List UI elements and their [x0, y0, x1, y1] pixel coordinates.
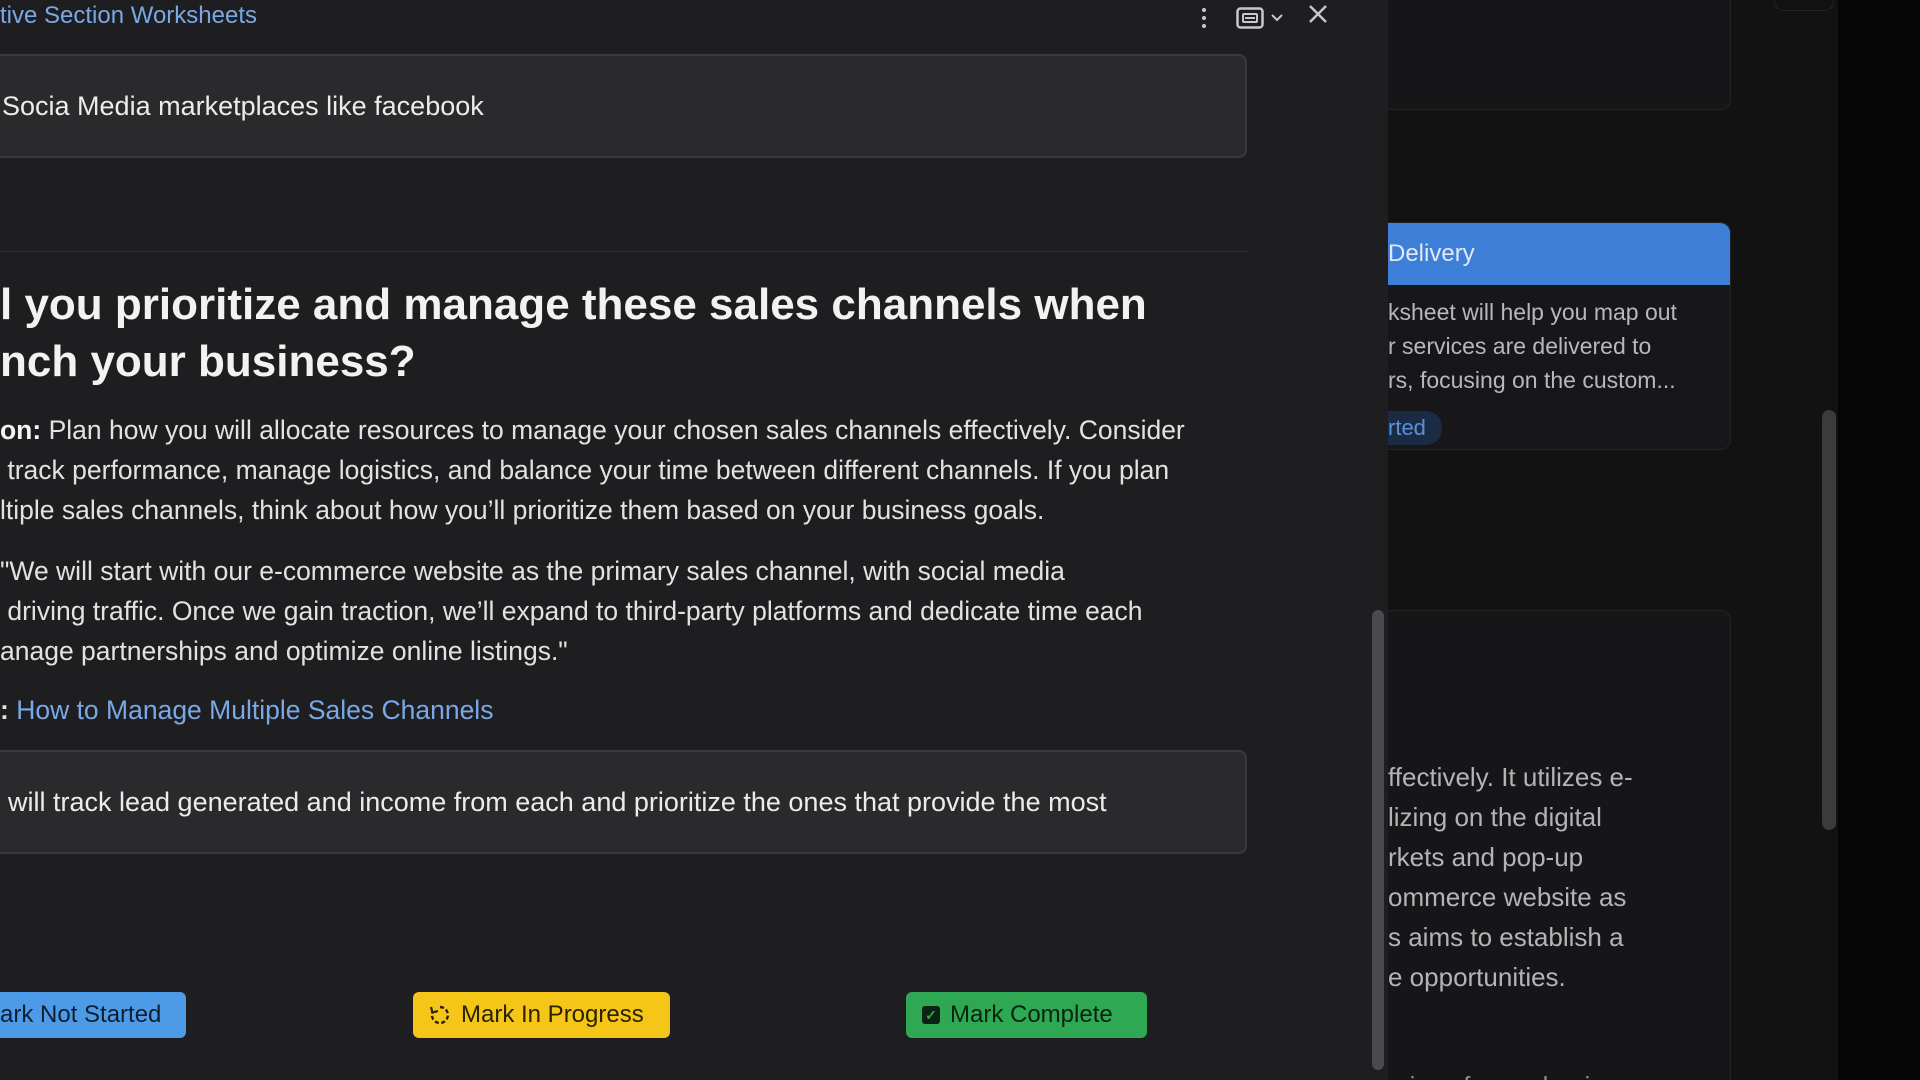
example-paragraph: "We will start with our e-commerce websi… [0, 556, 1143, 666]
answer-text: Socia Media marketplaces like facebook [2, 90, 484, 121]
button-label: Mark Complete [950, 1001, 1113, 1028]
instructions-paragraph: on: Plan how you will allocate resources… [0, 410, 1185, 530]
answer-text: will track lead generated and income fro… [8, 786, 1107, 817]
instructions-label: on: [0, 415, 42, 445]
mark-not-started-button[interactable]: ark Not Started [0, 992, 186, 1038]
view-mode-dropdown[interactable] [1236, 4, 1292, 32]
sales-channels-answer-field[interactable]: Socia Media marketplaces like facebook [0, 54, 1247, 158]
more-options-button[interactable] [1196, 2, 1212, 34]
kebab-dot [1202, 8, 1206, 12]
refresh-icon [429, 1005, 450, 1025]
close-x-glyph [1309, 5, 1327, 23]
resource-link[interactable]: How to Manage Multiple Sales Channels [16, 695, 493, 725]
prioritize-answer-field[interactable]: will track lead generated and income fro… [0, 750, 1247, 854]
picture-in-picture-icon [1236, 7, 1264, 29]
background-corner-element [1774, 0, 1834, 11]
mark-in-progress-button[interactable]: Mark In Progress [413, 992, 670, 1038]
kebab-dot [1202, 24, 1206, 28]
worksheet-panel: tive Section Worksheets Socia Media mark… [0, 0, 1388, 1080]
button-label: Mark In Progress [461, 1001, 644, 1028]
kebab-dot [1202, 16, 1206, 20]
background-card-top [1388, 0, 1731, 110]
background-card-description: ksheet will help you map out r services … [1388, 299, 1677, 393]
button-label: ark Not Started [0, 1001, 162, 1028]
mark-complete-button[interactable]: ✓ Mark Complete [906, 992, 1147, 1038]
resource-line: : How to Manage Multiple Sales Channels [0, 690, 493, 730]
chevron-down-icon [1271, 14, 1283, 22]
resource-prefix: : [0, 695, 17, 725]
background-worksheet-card[interactable]: Delivery ksheet will help you map out r … [1388, 222, 1731, 450]
section-divider [0, 251, 1248, 252]
screen-edge [1838, 0, 1920, 1080]
background-status-badge: rted [1388, 411, 1442, 445]
instructions-text: Plan how you will allocate resources to … [0, 415, 1185, 525]
panel-title: tive Section Worksheets [0, 2, 258, 29]
close-icon[interactable] [1306, 2, 1330, 30]
panel-scrollbar[interactable] [1372, 610, 1384, 1070]
background-card-title: Delivery [1388, 223, 1730, 285]
background-scrollbar[interactable] [1822, 410, 1836, 830]
background-summary-card: ffectively. It utilizes e- lizing on the… [1388, 610, 1731, 1080]
background-summary-text: ffectively. It utilizes e- lizing on the… [1388, 762, 1633, 992]
background-cut-text: rvices for packaging [1388, 1071, 1619, 1080]
question-heading: l you prioritize and manage these sales … [0, 280, 1147, 386]
checkbox-checked-icon: ✓ [922, 1006, 940, 1024]
